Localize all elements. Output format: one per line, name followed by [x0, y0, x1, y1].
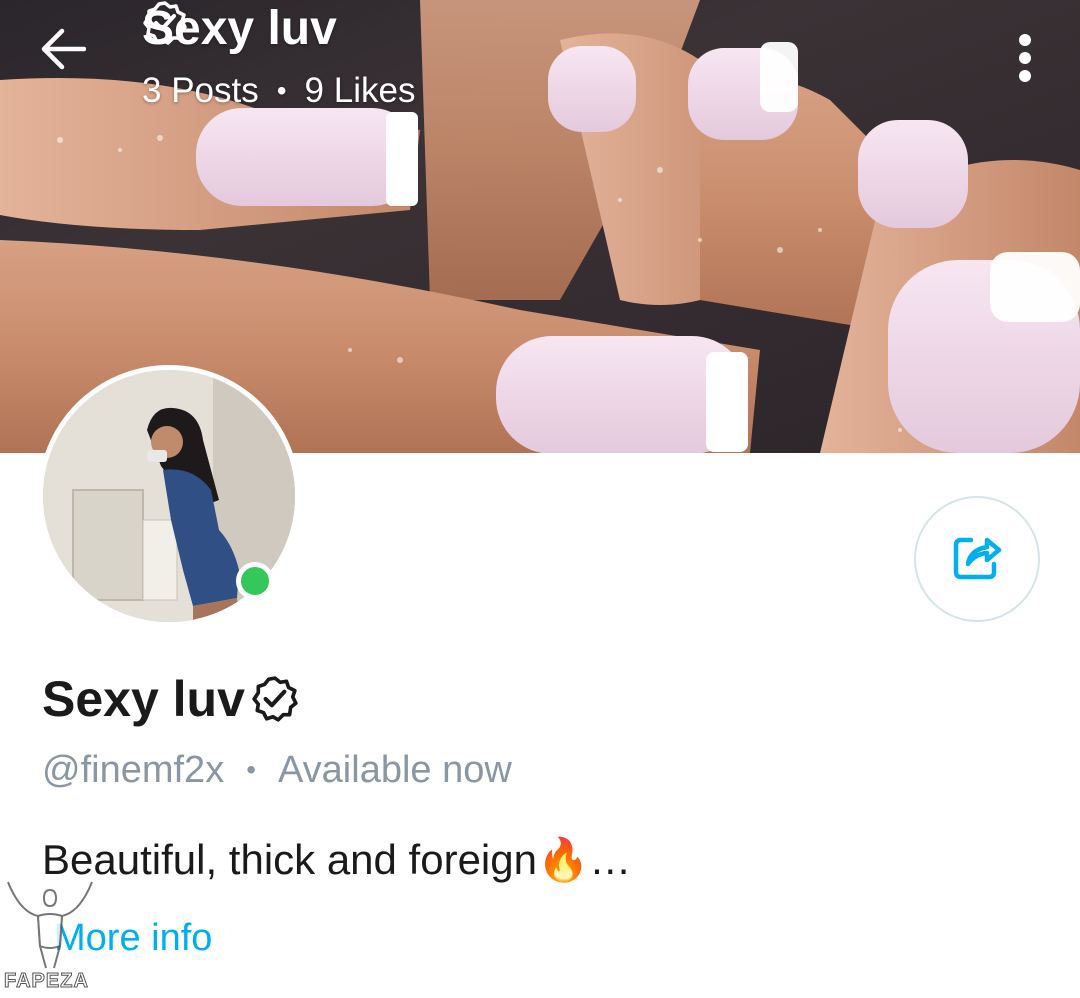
- header-stats: 3 Posts • 9 Likes: [142, 58, 415, 124]
- more-vertical-icon-dot-3: [1019, 70, 1031, 82]
- share-button[interactable]: [914, 496, 1040, 622]
- more-vertical-icon-dot-2: [1019, 52, 1031, 64]
- more-vertical-icon-dot-1: [1019, 34, 1031, 46]
- more-options-button[interactable]: [1003, 28, 1047, 88]
- top-bar: Sexy luv 3 Posts • 9 Likes: [0, 0, 1080, 130]
- profile-handle: @finemf2x: [42, 748, 225, 791]
- online-status-indicator: [236, 562, 274, 600]
- bio-text: Beautiful, thick and foreign🔥…: [42, 835, 632, 883]
- posts-count: 3 Posts: [142, 71, 259, 110]
- share-icon: [951, 532, 1003, 587]
- profile-bio: Beautiful, thick and foreign🔥…: [42, 830, 631, 890]
- header-title-block: Sexy luv 3 Posts • 9 Likes: [142, 0, 415, 124]
- watermark-text: FAPEZA: [4, 970, 89, 993]
- handle-row: @finemf2x • Available now: [42, 742, 512, 798]
- stats-separator: •: [276, 75, 287, 106]
- handle-separator: •: [246, 754, 257, 785]
- back-button[interactable]: [40, 28, 100, 80]
- verified-badge-icon: [251, 675, 299, 728]
- profile-name-row: Sexy luv: [42, 664, 299, 734]
- availability-status: Available now: [278, 748, 512, 791]
- likes-count: 9 Likes: [304, 71, 416, 110]
- profile-name: Sexy luv: [42, 671, 245, 727]
